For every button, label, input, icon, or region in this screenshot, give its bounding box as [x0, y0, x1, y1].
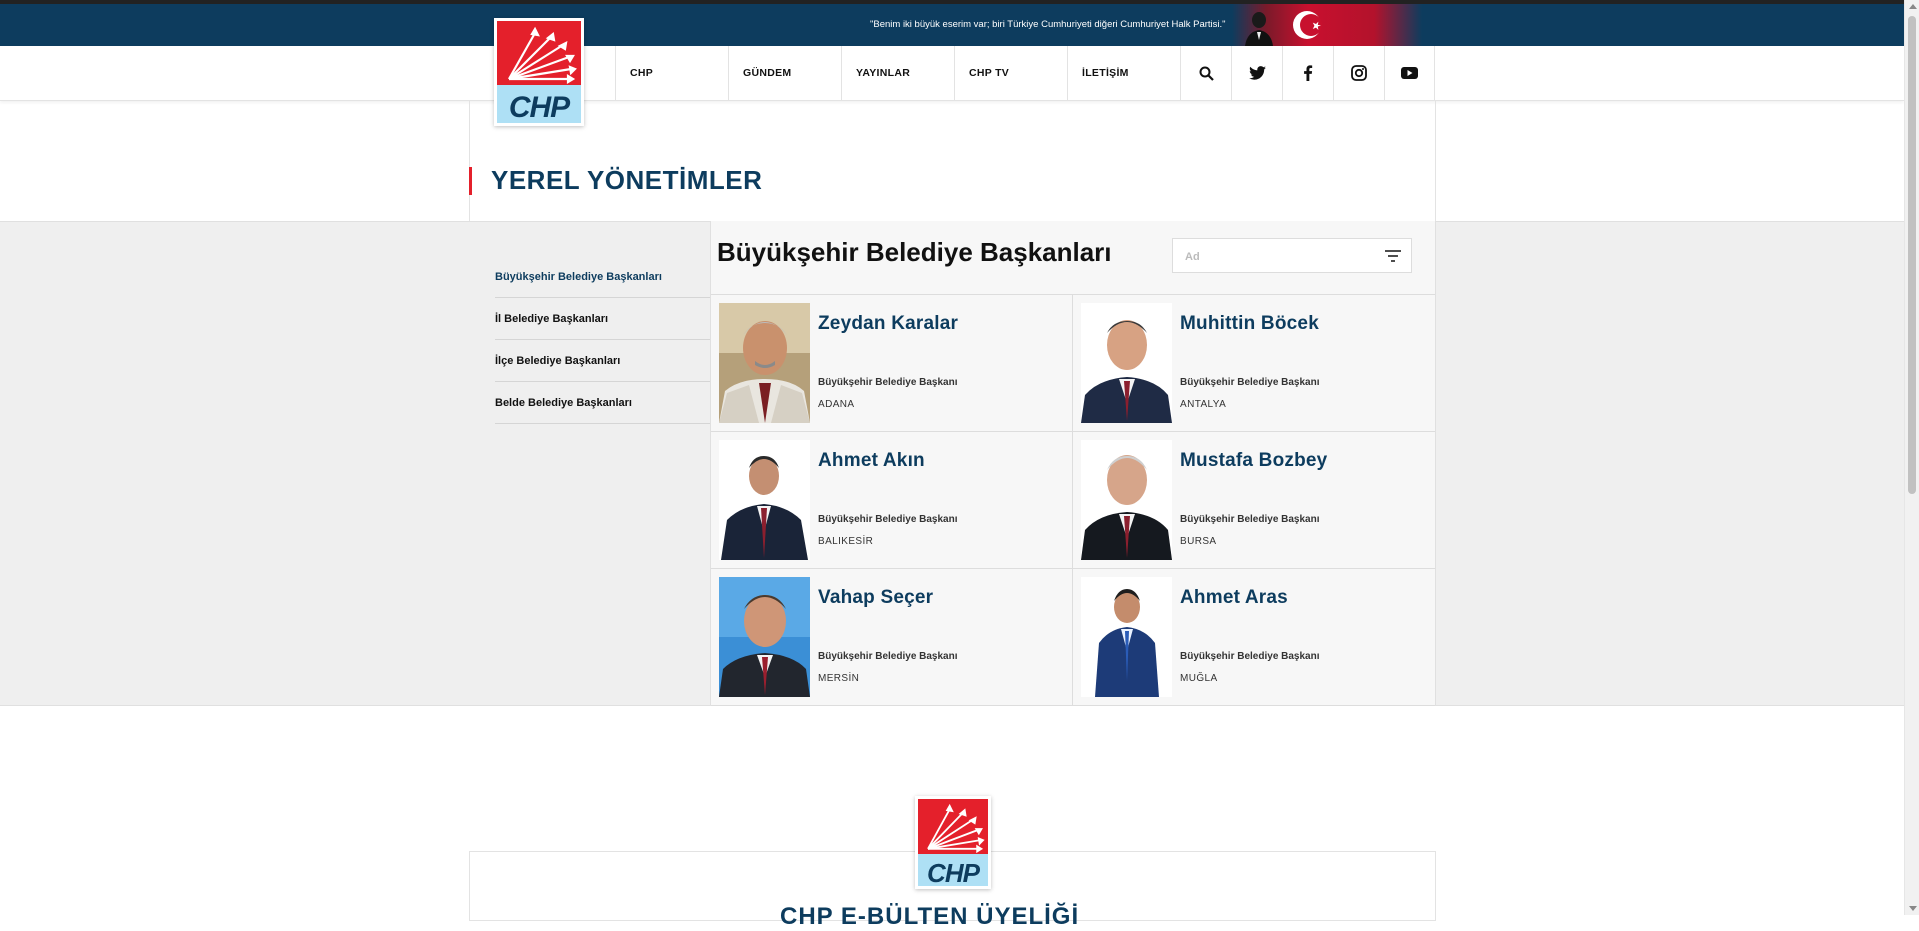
mayor-role: Büyükşehir Belediye Başkanı [1180, 651, 1320, 662]
youtube-icon [1401, 67, 1418, 79]
sidebar-item-il[interactable]: İl Belediye Başkanları [495, 298, 710, 340]
ataturk-portrait-icon [1245, 12, 1273, 46]
sidebar-item-ilce[interactable]: İlçe Belediye Başkanları [495, 340, 710, 382]
scroll-up-icon[interactable] [1909, 4, 1917, 9]
mayor-card[interactable]: Ahmet Akın Büyükşehir Belediye Başkanı B… [711, 432, 1073, 569]
six-arrows-icon [508, 26, 577, 84]
six-arrows-icon [927, 803, 985, 854]
mayor-role: Büyükşehir Belediye Başkanı [1180, 514, 1320, 525]
facebook-icon [1304, 65, 1313, 81]
mayor-name[interactable]: Muhittin Böcek [1180, 313, 1319, 335]
sidebar-menu: Büyükşehir Belediye Başkanları İl Beledi… [495, 256, 710, 424]
crescent-star-icon [1293, 11, 1322, 39]
name-filter-input[interactable] [1183, 247, 1377, 267]
nav-item-chp-tv[interactable]: CHP TV [954, 46, 1067, 100]
logo-red-panel [918, 799, 988, 854]
content-frame-right [1435, 100, 1436, 221]
mayor-card[interactable]: Vahap Seçer Büyükşehir Belediye Başkanı … [711, 569, 1073, 706]
newsletter-heading: CHP E-BÜLTEN ÜYELİĞİ [780, 903, 1080, 930]
sidebar-item-belde[interactable]: Belde Belediye Başkanları [495, 382, 710, 424]
name-filter [1172, 238, 1412, 273]
mayor-city: BALIKESİR [818, 536, 874, 547]
mayor-role: Büyükşehir Belediye Başkanı [1180, 377, 1320, 388]
search-button[interactable] [1180, 46, 1231, 100]
mayor-card[interactable]: Muhittin Böcek Büyükşehir Belediye Başka… [1073, 295, 1435, 432]
mayor-photo [719, 440, 810, 560]
scroll-thumb[interactable] [1908, 16, 1916, 494]
search-icon [1199, 66, 1214, 81]
mayor-city: ADANA [818, 399, 855, 410]
nav-item-yayinlar[interactable]: YAYINLAR [841, 46, 954, 100]
mayor-photo [719, 303, 810, 423]
twitter-button[interactable] [1231, 46, 1282, 100]
page-title: YEREL YÖNETİMLER [491, 165, 763, 195]
mayor-name[interactable]: Vahap Seçer [818, 587, 933, 609]
mayor-name[interactable]: Zeydan Karalar [818, 313, 958, 335]
ataturk-quote: "Benim iki büyük eserim var; biri Türkiy… [870, 19, 1226, 30]
instagram-icon [1351, 65, 1367, 81]
mayor-name[interactable]: Ahmet Akın [818, 450, 925, 472]
mayor-city: BURSA [1180, 536, 1217, 547]
nav-item-iletisim[interactable]: İLETİŞİM [1067, 46, 1180, 100]
content-frame-left [469, 100, 470, 221]
nav-item-gundem[interactable]: GÜNDEM [728, 46, 841, 100]
mayor-card[interactable]: Mustafa Bozbey Büyükşehir Belediye Başka… [1073, 432, 1435, 569]
logo-text: CHP [508, 91, 570, 124]
twitter-icon [1248, 66, 1266, 80]
mayor-role: Büyükşehir Belediye Başkanı [818, 377, 958, 388]
scroll-down-icon[interactable] [1909, 906, 1917, 911]
logo-red-panel [497, 21, 581, 85]
nav-item-chp[interactable]: CHP [615, 46, 728, 100]
footer-chp-logo[interactable]: CHP [915, 796, 991, 889]
mayor-card[interactable]: Zeydan Karalar Büyükşehir Belediye Başka… [711, 295, 1073, 432]
mayor-photo [719, 577, 810, 697]
facebook-button[interactable] [1282, 46, 1333, 100]
mayor-photo [1081, 440, 1172, 560]
sidebar-item-buyuksehir[interactable]: Büyükşehir Belediye Başkanları [495, 256, 710, 298]
mayor-city: MERSİN [818, 673, 860, 684]
mayor-city: MUĞLA [1180, 673, 1218, 684]
mayor-photo [1081, 303, 1172, 423]
title-accent-bar [469, 167, 472, 195]
chp-logo[interactable]: CHP [494, 18, 584, 126]
youtube-button[interactable] [1384, 46, 1435, 100]
mayor-name[interactable]: Mustafa Bozbey [1180, 450, 1327, 472]
mayor-city: ANTALYA [1180, 399, 1227, 410]
mayor-role: Büyükşehir Belediye Başkanı [818, 514, 958, 525]
mayor-photo [1081, 577, 1172, 697]
mayor-name[interactable]: Ahmet Aras [1180, 587, 1288, 609]
mayor-card[interactable]: Ahmet Aras Büyükşehir Belediye Başkanı M… [1073, 569, 1435, 706]
mayor-role: Büyükşehir Belediye Başkanı [818, 651, 958, 662]
instagram-button[interactable] [1333, 46, 1384, 100]
page-scrollbar[interactable] [1904, 0, 1919, 915]
logo-text: CHP [927, 858, 980, 888]
section-title: Büyükşehir Belediye Başkanları [717, 237, 1112, 267]
filter-icon[interactable] [1385, 250, 1401, 262]
